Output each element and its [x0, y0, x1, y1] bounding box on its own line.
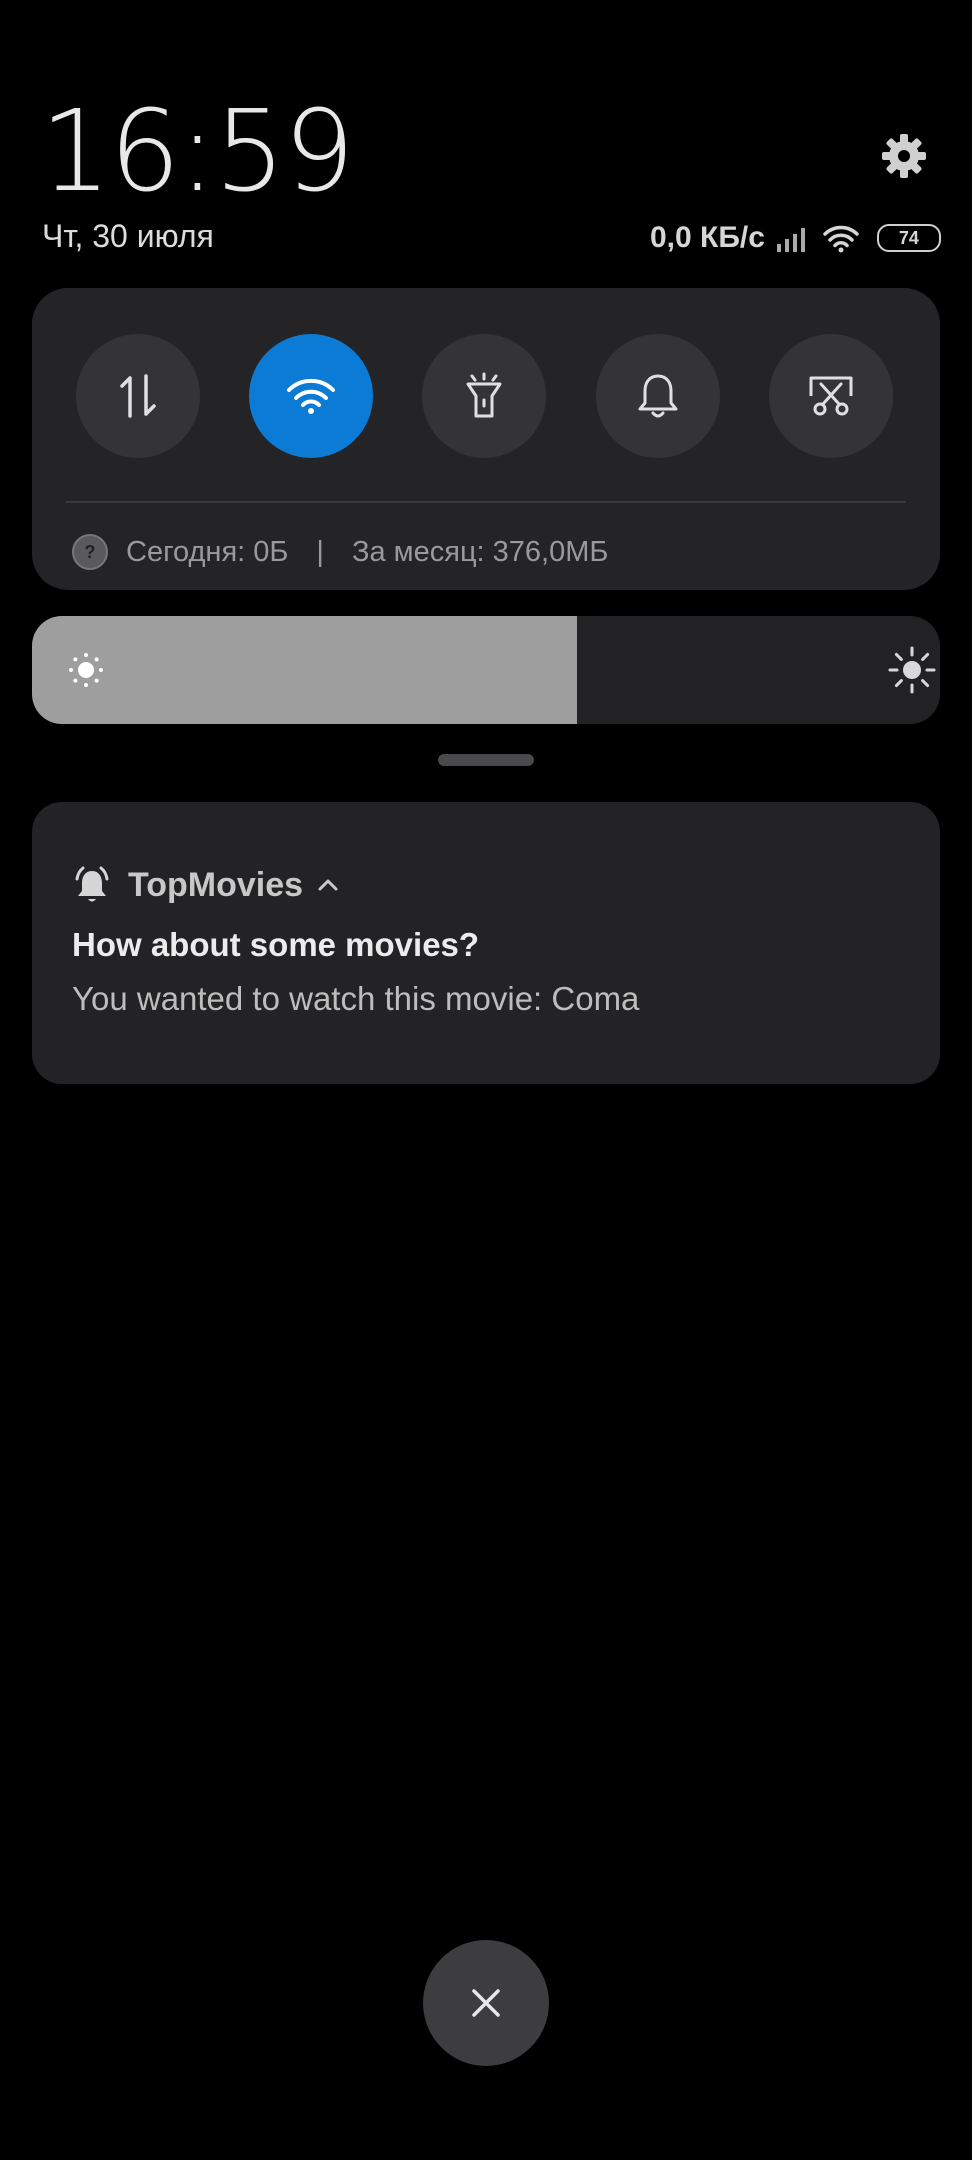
date-label[interactable]: Чт, 30 июля	[42, 218, 214, 255]
data-usage-row[interactable]: ? Сегодня: 0Б | За месяц: 376,0МБ	[72, 524, 608, 580]
mobile-data-toggle[interactable]	[76, 334, 200, 458]
divider	[66, 501, 906, 503]
question-icon: ?	[72, 534, 108, 570]
notification-app-name: TopMovies	[128, 865, 304, 904]
wifi-toggle[interactable]	[249, 334, 373, 458]
flashlight-icon	[466, 372, 502, 418]
notification-card[interactable]: TopMovies How about some movies? You wan…	[32, 802, 940, 1084]
quick-settings-panel: ? Сегодня: 0Б | За месяц: 376,0МБ	[32, 288, 940, 590]
brightness-high-icon	[888, 646, 936, 694]
drag-handle[interactable]	[438, 754, 534, 766]
wifi-status-icon	[823, 225, 859, 253]
clock-time[interactable]: 16:59	[40, 92, 355, 212]
network-speed: 0,0 КБ/с	[650, 221, 765, 254]
chevron-up-icon[interactable]	[317, 877, 339, 893]
battery-level: 74	[898, 227, 919, 248]
usage-separator: |	[316, 535, 324, 568]
usage-month: За месяц: 376,0МБ	[351, 535, 609, 568]
alarm-bell-icon	[75, 866, 109, 902]
close-icon	[472, 1989, 500, 2017]
gear-icon[interactable]	[880, 132, 928, 180]
clear-notifications-button[interactable]	[423, 1940, 549, 2066]
usage-today: Сегодня: 0Б	[126, 535, 289, 568]
brightness-slider[interactable]	[32, 616, 940, 724]
notification-title: How about some movies?	[72, 926, 480, 963]
sound-toggle[interactable]	[596, 334, 720, 458]
wifi-icon	[287, 378, 335, 414]
brightness-low-icon	[69, 653, 103, 687]
notification-body: You wanted to watch this movie: Coma	[72, 980, 640, 1017]
status-bar: 0,0 КБ/с 74	[650, 218, 941, 258]
notification-header[interactable]: TopMovies	[72, 860, 339, 910]
battery-icon: 74	[876, 224, 941, 252]
flashlight-toggle[interactable]	[422, 334, 546, 458]
brightness-fill	[32, 616, 577, 724]
mobile-data-icon	[120, 374, 156, 418]
screenshot-toggle[interactable]	[769, 334, 893, 458]
signal-icon	[776, 228, 805, 252]
screenshot-icon	[809, 376, 853, 416]
bell-icon	[638, 374, 678, 418]
